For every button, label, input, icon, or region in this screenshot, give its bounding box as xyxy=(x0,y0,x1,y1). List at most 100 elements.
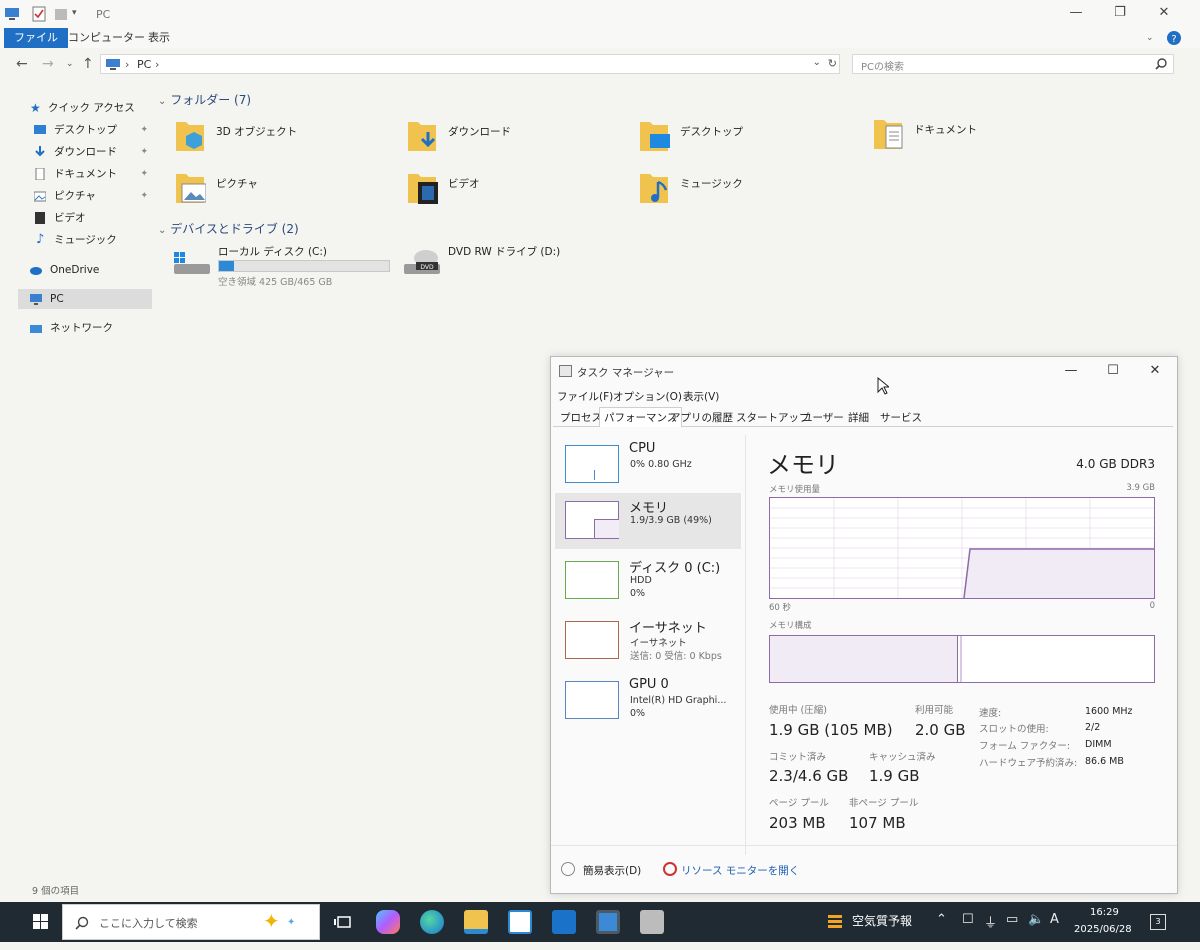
clock-date[interactable]: 2025/06/28 xyxy=(1074,924,1132,935)
windows-start-icon[interactable] xyxy=(28,910,54,934)
available-value: 2.0 GB xyxy=(915,721,966,739)
fewer-details-button[interactable]: 簡易表示(D) xyxy=(583,863,641,878)
tab-users[interactable]: ユーザー xyxy=(797,407,849,427)
folder-label: ビデオ xyxy=(448,178,480,190)
folder-pictures[interactable]: ピクチャ xyxy=(174,170,374,214)
tm-maximize-button[interactable]: ☐ xyxy=(1093,363,1133,378)
perf-item-disk[interactable]: ディスク 0 (C:) HDD 0% xyxy=(555,553,741,609)
edge-browser-icon[interactable] xyxy=(420,910,444,934)
nav-item-documents[interactable]: ドキュメント ✦ xyxy=(18,164,152,184)
nav-label: PC xyxy=(50,293,64,305)
address-bar[interactable]: › PC › ⌄ ↻ xyxy=(100,54,840,74)
drive-c[interactable]: ローカル ディスク (C:) 空き領域 425 GB/465 GB xyxy=(172,244,392,288)
search-input[interactable]: PCの検索 xyxy=(852,54,1174,74)
perf-item-ethernet[interactable]: イーサネット イーサネット 送信: 0 受信: 0 Kbps xyxy=(555,613,741,669)
search-icon xyxy=(75,916,89,930)
chevron-up-icon[interactable] xyxy=(561,862,575,876)
mouse-cursor-icon xyxy=(877,377,889,395)
perf-item-detail: 0% xyxy=(630,588,646,599)
back-button[interactable]: ← xyxy=(16,56,28,72)
search-icon[interactable] xyxy=(1155,58,1167,70)
nav-item-videos[interactable]: ビデオ xyxy=(18,208,152,228)
weather-widget[interactable]: 空気質予報 xyxy=(852,912,912,929)
nav-item-onedrive[interactable]: OneDrive xyxy=(18,260,152,280)
nav-item-pictures[interactable]: ピクチャ ✦ xyxy=(18,186,152,206)
address-text[interactable]: PC xyxy=(137,58,151,71)
address-row: ← → ⌄ ↑ › PC › ⌄ ↻ PCの検索 xyxy=(0,50,1200,78)
menu-file[interactable]: ファイル(F) xyxy=(557,389,613,404)
tab-details[interactable]: 詳細 xyxy=(843,407,874,427)
recent-locations-icon[interactable]: ⌄ xyxy=(66,59,74,69)
help-icon[interactable]: ? xyxy=(1166,30,1182,46)
ime-indicator[interactable]: A xyxy=(1050,912,1059,927)
perf-item-gpu[interactable]: GPU 0 Intel(R) HD Graphi... 0% xyxy=(555,673,741,729)
folder-music[interactable]: ミュージック xyxy=(638,170,838,214)
address-dropdown-icon[interactable]: ⌄ xyxy=(813,57,821,68)
drive-d[interactable]: DVD DVD RW ドライブ (D:) xyxy=(402,244,582,288)
task-view-icon[interactable] xyxy=(332,910,356,934)
nav-item-pc[interactable]: PC xyxy=(18,289,152,309)
tab-view[interactable]: 表示 xyxy=(138,28,180,48)
perf-item-cpu[interactable]: CPU 0% 0.80 GHz xyxy=(555,437,741,493)
task-manager-taskbar-icon[interactable] xyxy=(640,910,664,934)
chevron-up-icon[interactable]: ⌃ xyxy=(936,912,947,927)
volume-muted-icon[interactable]: 🔈 xyxy=(1028,912,1044,927)
up-button[interactable]: ↑ xyxy=(82,56,94,72)
folder-downloads[interactable]: ダウンロード xyxy=(406,118,606,162)
perf-item-detail: HDD xyxy=(630,575,652,586)
copilot-icon[interactable] xyxy=(376,910,400,934)
store-icon[interactable] xyxy=(508,910,532,934)
air-quality-icon[interactable] xyxy=(826,912,844,932)
remote-desktop-icon[interactable] xyxy=(596,910,620,934)
maximize-button[interactable]: ❐ xyxy=(1098,0,1142,28)
perf-item-memory[interactable]: メモリ 1.9/3.9 GB (49%) xyxy=(555,493,741,549)
modified-segment xyxy=(960,636,962,682)
folder-label: ミュージック xyxy=(680,178,743,190)
ribbon-expand-icon[interactable]: ⌄ xyxy=(1136,28,1164,48)
window-icon[interactable]: ☐ xyxy=(962,912,974,927)
folder-documents[interactable]: ドキュメント xyxy=(872,116,1072,160)
tm-close-button[interactable]: ✕ xyxy=(1135,363,1175,378)
nav-item-network[interactable]: ネットワーク xyxy=(18,318,152,338)
tab-services[interactable]: サービス xyxy=(875,407,927,427)
in-use-segment xyxy=(770,636,958,682)
resource-monitor-icon[interactable] xyxy=(663,862,677,876)
refresh-icon[interactable]: ↻ xyxy=(828,57,837,70)
folder-desktop[interactable]: デスクトップ xyxy=(638,118,838,162)
paged-pool-label: ページ プール xyxy=(769,798,829,809)
usb-icon[interactable]: ⏚ xyxy=(984,912,997,931)
taskbar: ここに入力して検索 ✦ ✦ 空気質予報 ⌃ ☐ ⏚ ▭ 🔈 A 16:29 20… xyxy=(0,902,1200,942)
folder-videos[interactable]: ビデオ xyxy=(406,170,606,214)
nav-item-downloads[interactable]: ダウンロード ✦ xyxy=(18,142,152,162)
forward-button[interactable]: → xyxy=(42,56,54,72)
close-button[interactable]: ✕ xyxy=(1142,0,1186,28)
network-tray-icon[interactable]: ▭ xyxy=(1006,912,1018,927)
slots-value: 2/2 xyxy=(1085,722,1101,733)
menu-view[interactable]: 表示(V) xyxy=(683,389,719,404)
minimize-button[interactable]: — xyxy=(1054,0,1098,28)
nav-item-music[interactable]: ♪ ミュージック xyxy=(18,230,152,250)
drives-group-header[interactable]: ⌄ デバイスとドライブ (2) xyxy=(158,220,299,237)
folder-3d-objects[interactable]: 3D オブジェクト xyxy=(174,118,374,162)
menu-options[interactable]: オプション(O) xyxy=(613,389,682,404)
file-explorer-icon[interactable] xyxy=(464,910,488,934)
open-resource-monitor-link[interactable]: リソース モニターを開く xyxy=(681,863,799,878)
cached-value: 1.9 GB xyxy=(869,767,920,785)
download-icon xyxy=(35,146,45,157)
nav-quick-access[interactable]: ★ クイック アクセス xyxy=(18,98,152,118)
taskbar-search-input[interactable]: ここに入力して検索 ✦ ✦ xyxy=(62,904,320,940)
task-manager-title: タスク マネージャー xyxy=(577,367,675,379)
notification-icon[interactable]: 3 xyxy=(1150,914,1166,930)
clock-time[interactable]: 16:29 xyxy=(1090,907,1119,918)
properties-icon[interactable] xyxy=(32,6,46,22)
tm-minimize-button[interactable]: — xyxy=(1051,363,1091,378)
nav-item-desktop[interactable]: デスクトップ ✦ xyxy=(18,120,152,140)
address-separator: › xyxy=(125,58,130,71)
folders-group-header[interactable]: ⌄ フォルダー (7) xyxy=(158,91,251,108)
outlook-icon[interactable] xyxy=(552,910,576,934)
customize-qa-icon[interactable]: ▾ xyxy=(72,8,77,24)
new-folder-icon[interactable] xyxy=(54,6,68,22)
form-factor-value: DIMM xyxy=(1085,739,1112,750)
tab-app-history[interactable]: アプリの履歴 xyxy=(665,407,738,427)
svg-text:?: ? xyxy=(1171,34,1176,45)
